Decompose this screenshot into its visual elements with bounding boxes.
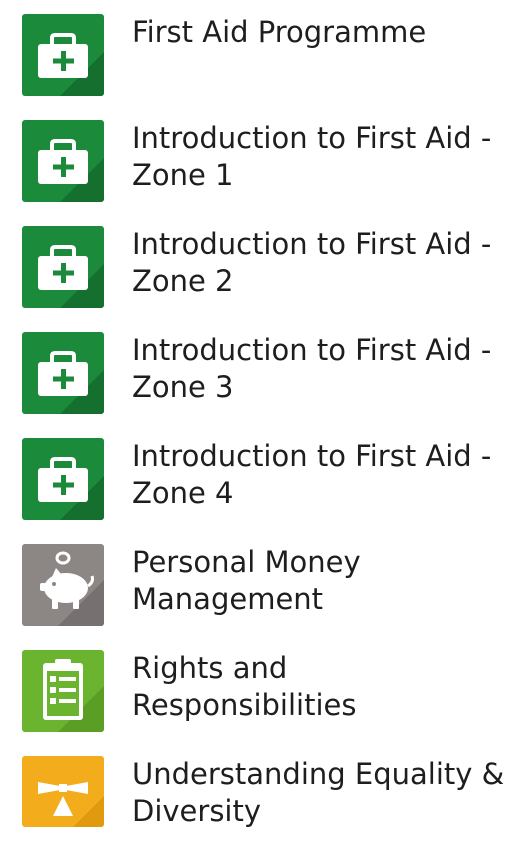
course-list: First Aid Programme Introduction to Firs… [0,0,527,828]
course-title: Rights and Responsibilities [132,651,357,722]
course-item-first-aid-programme[interactable]: First Aid Programme [0,0,527,100]
course-item-first-aid-zone-4[interactable]: Introduction to First Aid - Zone 4 [0,424,527,524]
piggy-bank-icon [22,544,104,626]
first-aid-kit-icon [22,226,104,308]
course-item-rights-and-responsibilities[interactable]: Rights and Responsibilities [0,636,527,736]
course-title: Introduction to First Aid - Zone 1 [132,121,492,192]
checklist-clipboard-icon [22,650,104,732]
first-aid-kit-icon [22,332,104,414]
course-title: Personal Money Management [132,545,361,616]
course-title: Introduction to First Aid - Zone 2 [132,227,492,298]
first-aid-kit-icon [22,438,104,520]
course-title: Introduction to First Aid - Zone 3 [132,333,492,404]
course-title: Introduction to First Aid - Zone 4 [132,439,492,510]
course-item-first-aid-zone-2[interactable]: Introduction to First Aid - Zone 2 [0,212,527,312]
course-title: First Aid Programme [132,15,427,49]
course-item-personal-money-management[interactable]: Personal Money Management [0,530,527,630]
balance-scale-icon [22,756,104,827]
course-item-first-aid-zone-1[interactable]: Introduction to First Aid - Zone 1 [0,106,527,206]
first-aid-kit-icon [22,120,104,202]
first-aid-kit-icon [22,14,104,96]
course-item-understanding-equality-diversity[interactable]: Understanding Equality & Diversity [0,742,527,842]
course-title: Understanding Equality & Diversity [132,757,505,828]
course-item-first-aid-zone-3[interactable]: Introduction to First Aid - Zone 3 [0,318,527,418]
